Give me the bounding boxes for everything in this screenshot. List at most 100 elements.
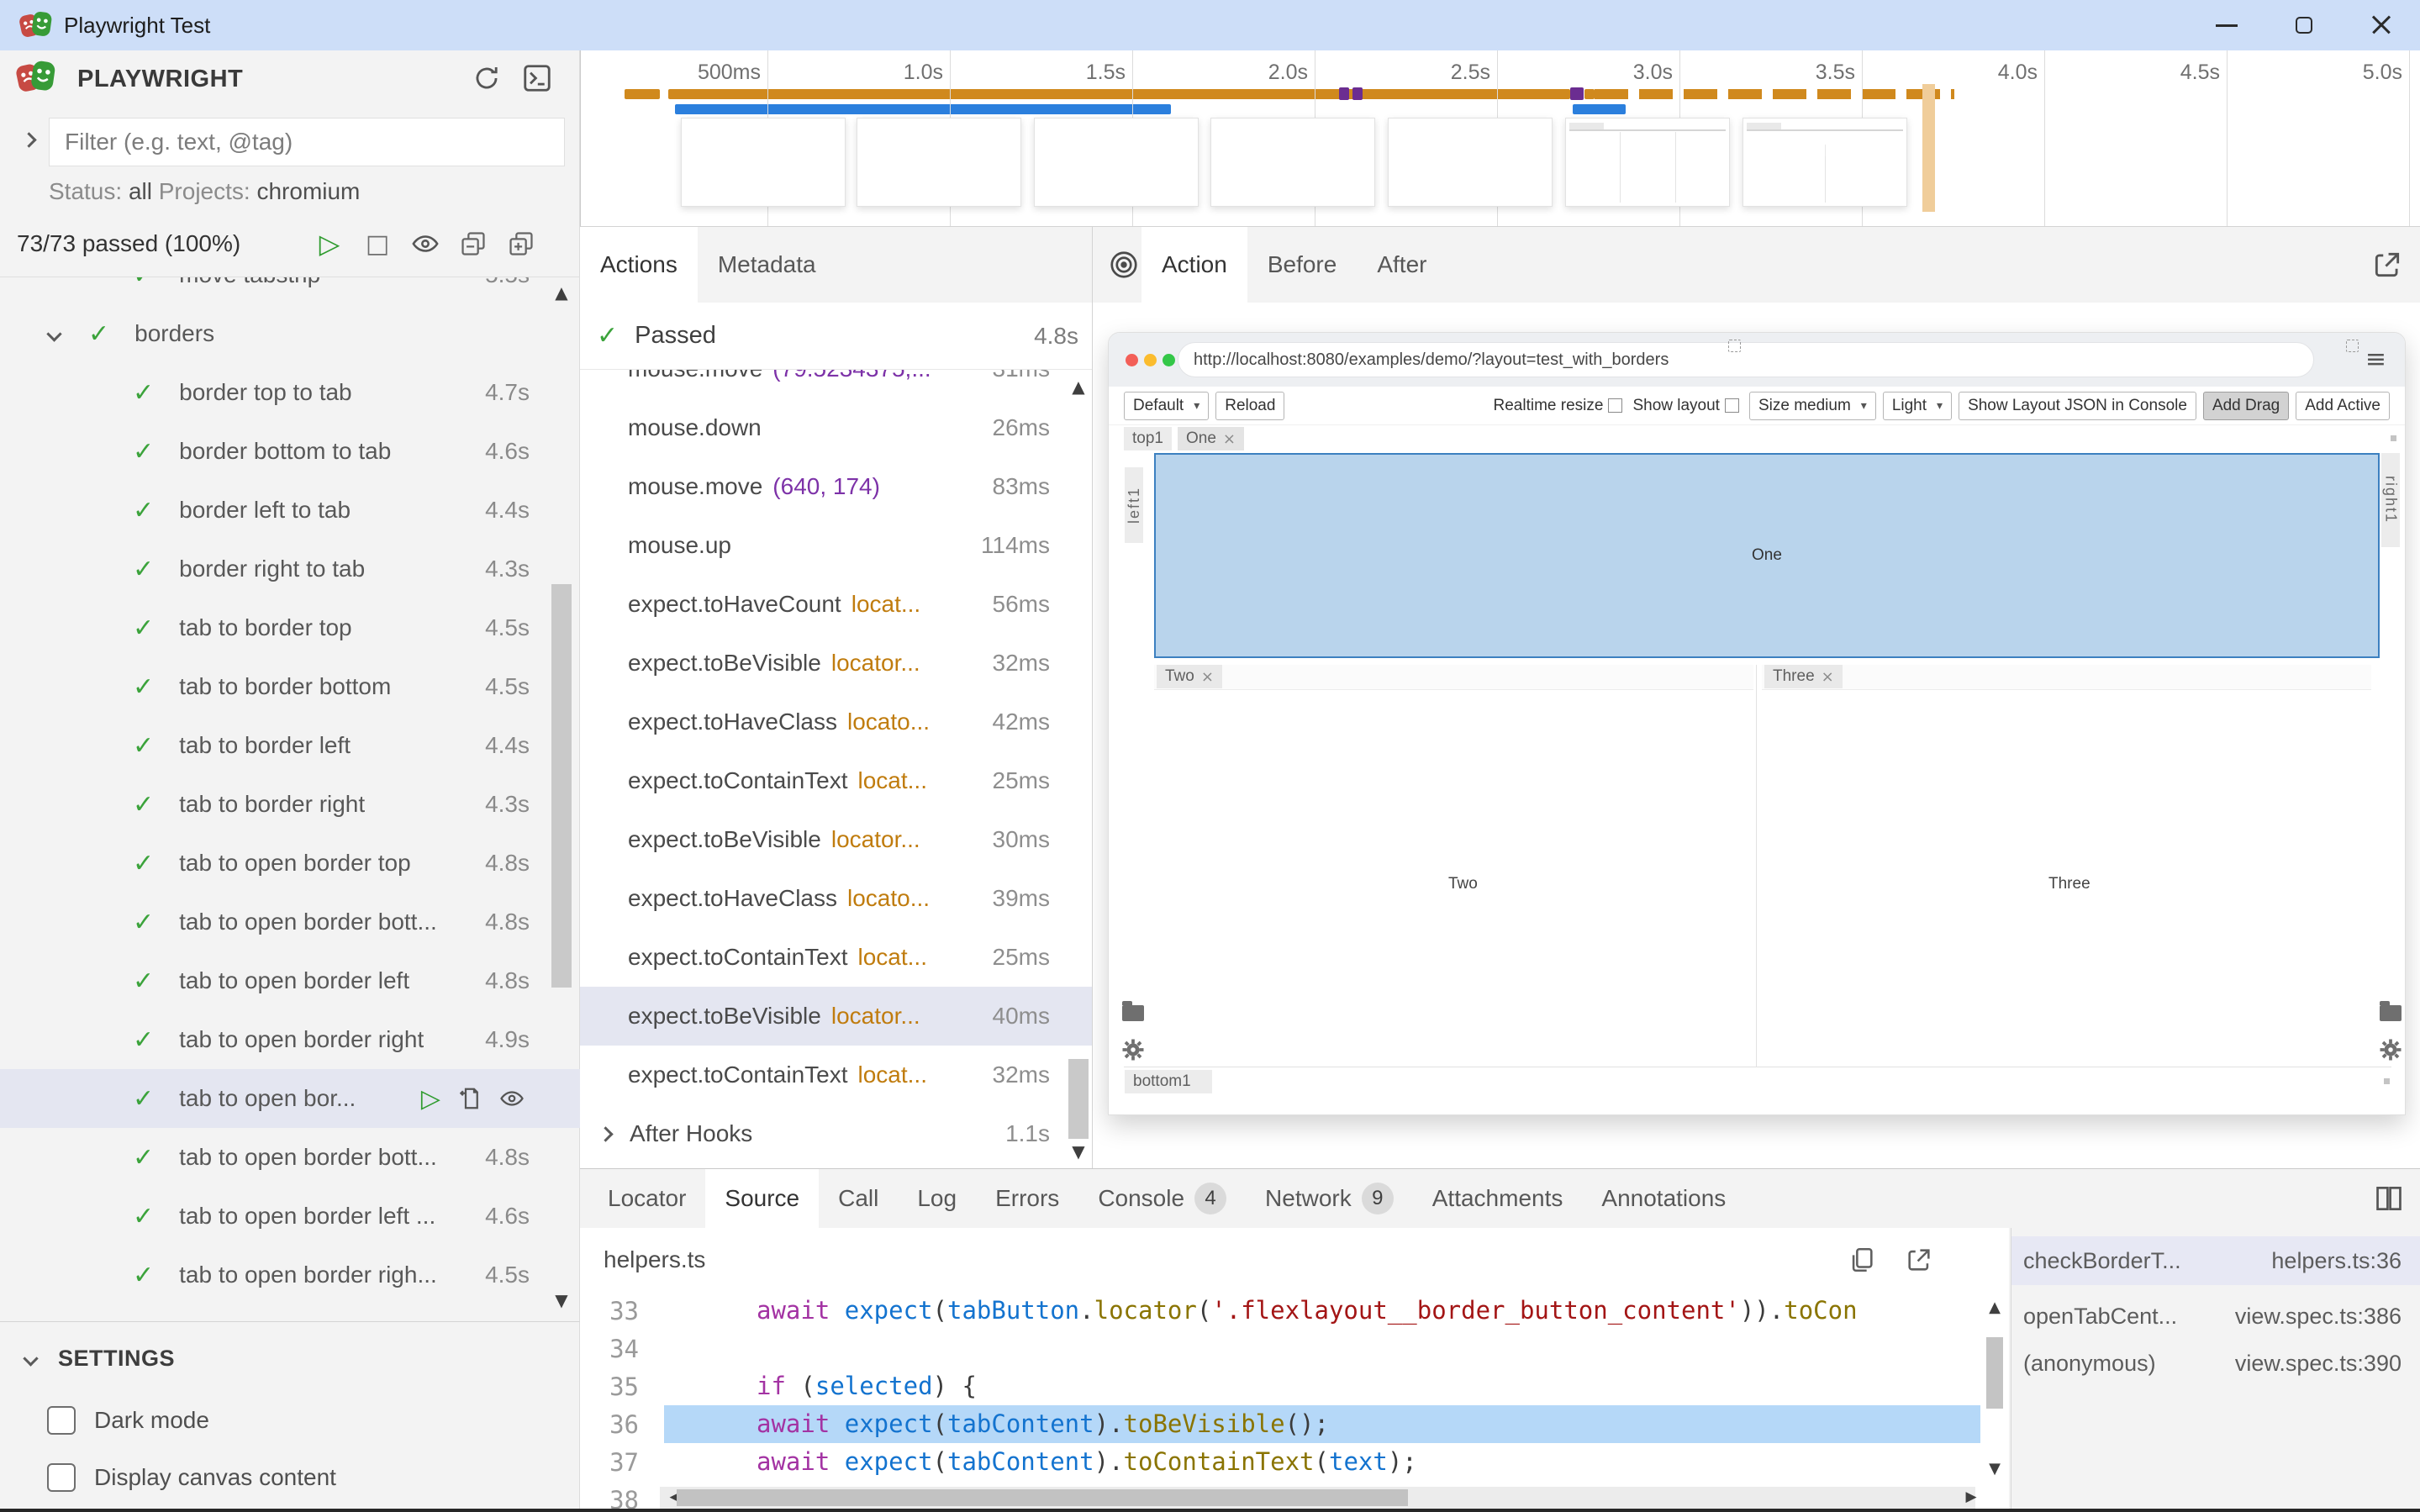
tab-annotations[interactable]: Annotations bbox=[1582, 1169, 1745, 1228]
minimize-button[interactable] bbox=[2188, 0, 2265, 50]
test-tree-scrollbar[interactable]: ▲ ▼ bbox=[548, 277, 575, 1321]
tab-metadata[interactable]: Metadata bbox=[698, 227, 836, 303]
filter-section-chevron-icon[interactable] bbox=[21, 132, 36, 147]
tabstrip-overflow-icon[interactable] bbox=[2391, 435, 2396, 441]
vertical-scrollbar[interactable]: ▲ ▼ bbox=[1980, 1292, 2009, 1509]
test-row[interactable]: ✓tab to open border right4.9s bbox=[0, 1010, 580, 1069]
passed-summary-row[interactable]: ✓ Passed 4.8s bbox=[580, 303, 1092, 370]
show-layout-checkbox[interactable] bbox=[1725, 398, 1739, 413]
code-line[interactable]: 35if (selected) { bbox=[580, 1367, 2009, 1405]
close-tab-icon[interactable]: × bbox=[1223, 430, 1236, 448]
border-tab-left1[interactable]: left1 bbox=[1125, 467, 1143, 543]
action-row[interactable]: expect.toBeVisiblelocator...40ms bbox=[580, 987, 1092, 1046]
timeline-screenshot-thumbnail[interactable] bbox=[1743, 118, 1907, 207]
eye-icon[interactable] bbox=[499, 1086, 525, 1111]
size-select[interactable]: Size medium ▾ bbox=[1749, 392, 1876, 420]
timeline-bar-dashed[interactable] bbox=[1595, 89, 1954, 99]
code-line[interactable]: 33await expect(tabButton.locator('.flexl… bbox=[580, 1292, 2009, 1330]
tab-before[interactable]: Before bbox=[1247, 227, 1358, 303]
dark-mode-checkbox[interactable] bbox=[47, 1406, 76, 1435]
border-tab-bottom1[interactable]: bottom1 bbox=[1125, 1070, 1212, 1093]
action-list-scrollbar[interactable]: ▲ ▼ bbox=[1066, 370, 1091, 1168]
after-hooks-row[interactable]: After Hooks1.1s bbox=[580, 1104, 1092, 1163]
filter-status-line[interactable]: Status: all Projects: chromium bbox=[49, 178, 360, 205]
timeline-screenshot-thumbnail[interactable] bbox=[1388, 118, 1553, 207]
scrollbar-thumb[interactable] bbox=[1986, 1337, 2003, 1409]
copy-icon[interactable] bbox=[1848, 1246, 1876, 1274]
border-tab-top1[interactable]: top1 bbox=[1124, 427, 1172, 450]
timeline-screenshot-thumbnail[interactable] bbox=[1565, 118, 1730, 207]
close-tab-icon[interactable]: × bbox=[1201, 668, 1214, 686]
code-line[interactable]: 34 bbox=[580, 1330, 2009, 1367]
stack-frame-row[interactable]: openTabCent...view.spec.ts:386 bbox=[2011, 1295, 2420, 1337]
settings-header[interactable]: SETTINGS bbox=[25, 1346, 175, 1372]
test-row[interactable]: ✓tab to border top4.5s bbox=[0, 598, 580, 657]
action-row[interactable]: expect.toContainTextlocat...25ms bbox=[580, 928, 1092, 987]
timeline-current-marker[interactable] bbox=[1922, 84, 1935, 212]
add-drag-button[interactable]: Add Drag bbox=[2203, 392, 2289, 420]
folder-icon[interactable] bbox=[2380, 1005, 2402, 1021]
tab-attachments[interactable]: Attachments bbox=[1413, 1169, 1583, 1228]
refresh-button[interactable] bbox=[467, 59, 506, 97]
timeline-bar-segment[interactable] bbox=[668, 89, 1570, 99]
trace-timeline[interactable]: 500ms1.0s1.5s2.0s2.5s3.0s3.5s4.0s4.5s5.0… bbox=[580, 50, 2420, 227]
action-row[interactable]: expect.toHaveClasslocato...39ms bbox=[580, 869, 1092, 928]
action-row[interactable]: expect.toContainTextlocat...32ms bbox=[580, 1046, 1092, 1104]
maximize-icon[interactable] bbox=[2346, 340, 2359, 352]
test-row[interactable]: ✓tab to open border left4.8s bbox=[0, 951, 580, 1010]
scroll-down-icon[interactable]: ▼ bbox=[548, 1290, 575, 1310]
pick-locator-target-icon[interactable] bbox=[1108, 249, 1140, 281]
timeline-bar-segment[interactable] bbox=[625, 89, 660, 99]
address-bar[interactable]: http://localhost:8080/examples/demo/?lay… bbox=[1178, 342, 2314, 377]
chevron-down-icon[interactable] bbox=[46, 326, 61, 341]
test-row[interactable]: ✓tab to open border bott...4.8s bbox=[0, 1128, 580, 1187]
action-row[interactable]: mouse.up114ms bbox=[580, 516, 1092, 575]
tab-two[interactable]: Two × bbox=[1157, 665, 1222, 688]
test-row[interactable]: ✓tab to open bor...▷ bbox=[0, 1069, 580, 1128]
tab-network[interactable]: Network9 bbox=[1246, 1169, 1413, 1228]
add-active-button[interactable]: Add Active bbox=[2296, 392, 2390, 420]
horizontal-scrollbar[interactable]: ◀ ▶ bbox=[660, 1487, 1975, 1509]
action-row[interactable]: mouse.move(640, 174)83ms bbox=[580, 457, 1092, 516]
show-layout-json-button[interactable]: Show Layout JSON in Console bbox=[1959, 392, 2196, 420]
reload-button[interactable]: Reload bbox=[1215, 392, 1284, 420]
test-row[interactable]: ✓border right to tab4.3s bbox=[0, 540, 580, 598]
realtime-resize-checkbox[interactable] bbox=[1608, 398, 1622, 413]
timeline-event-mark[interactable] bbox=[1352, 87, 1363, 100]
scrollbar-thumb[interactable] bbox=[551, 584, 572, 988]
stop-button[interactable]: □ bbox=[359, 225, 396, 262]
code-line[interactable]: 36await expect(tabContent).toBeVisible()… bbox=[580, 1405, 2009, 1443]
tabstrip-overflow-icon[interactable] bbox=[2384, 1078, 2390, 1084]
action-row[interactable]: expect.toBeVisiblelocator...32ms bbox=[580, 634, 1092, 693]
test-row[interactable]: ✓border top to tab4.7s bbox=[0, 363, 580, 422]
scroll-down-icon[interactable]: ▼ bbox=[1980, 1460, 2009, 1478]
theme-select[interactable]: Light ▾ bbox=[1883, 392, 1952, 420]
timeline-bar-segment[interactable] bbox=[1584, 89, 1595, 99]
close-button[interactable] bbox=[2343, 0, 2420, 50]
timeline-network-bar[interactable] bbox=[1573, 104, 1626, 114]
close-tab-icon[interactable]: × bbox=[1822, 668, 1834, 686]
display-canvas-setting[interactable]: Display canvas content bbox=[47, 1463, 336, 1492]
test-row[interactable]: ✓border left to tab4.4s bbox=[0, 481, 580, 540]
action-row[interactable]: expect.toContainTextlocat...25ms bbox=[580, 751, 1092, 810]
timeline-screenshot-thumbnail[interactable] bbox=[857, 118, 1021, 207]
test-row[interactable]: ✓tab to border right4.3s bbox=[0, 775, 580, 834]
panel-one[interactable]: One bbox=[1154, 453, 2380, 658]
scroll-up-icon[interactable]: ▲ bbox=[1066, 377, 1091, 397]
gear-icon[interactable] bbox=[1120, 1037, 1146, 1062]
dark-mode-setting[interactable]: Dark mode bbox=[47, 1406, 209, 1435]
code-listing[interactable]: 33await expect(tabButton.locator('.flexl… bbox=[580, 1292, 2009, 1509]
action-row[interactable]: expect.toHaveClasslocato...42ms bbox=[580, 693, 1092, 751]
restore-button[interactable] bbox=[2265, 0, 2343, 50]
border-tab-right1[interactable]: right1 bbox=[2381, 453, 2400, 547]
tab-three[interactable]: Three × bbox=[1764, 665, 1843, 688]
tab-locator[interactable]: Locator bbox=[588, 1169, 705, 1228]
collapse-all-button[interactable] bbox=[455, 225, 492, 262]
watch-all-button[interactable] bbox=[407, 225, 444, 262]
action-row[interactable]: expect.toHaveCountlocat...56ms bbox=[580, 575, 1092, 634]
scrollbar-thumb[interactable] bbox=[1068, 1059, 1089, 1139]
display-canvas-checkbox[interactable] bbox=[47, 1463, 76, 1492]
timeline-screenshot-thumbnail[interactable] bbox=[1034, 118, 1199, 207]
open-snapshot-external-icon[interactable] bbox=[2371, 249, 2403, 281]
timeline-network-bar[interactable] bbox=[675, 104, 1171, 114]
